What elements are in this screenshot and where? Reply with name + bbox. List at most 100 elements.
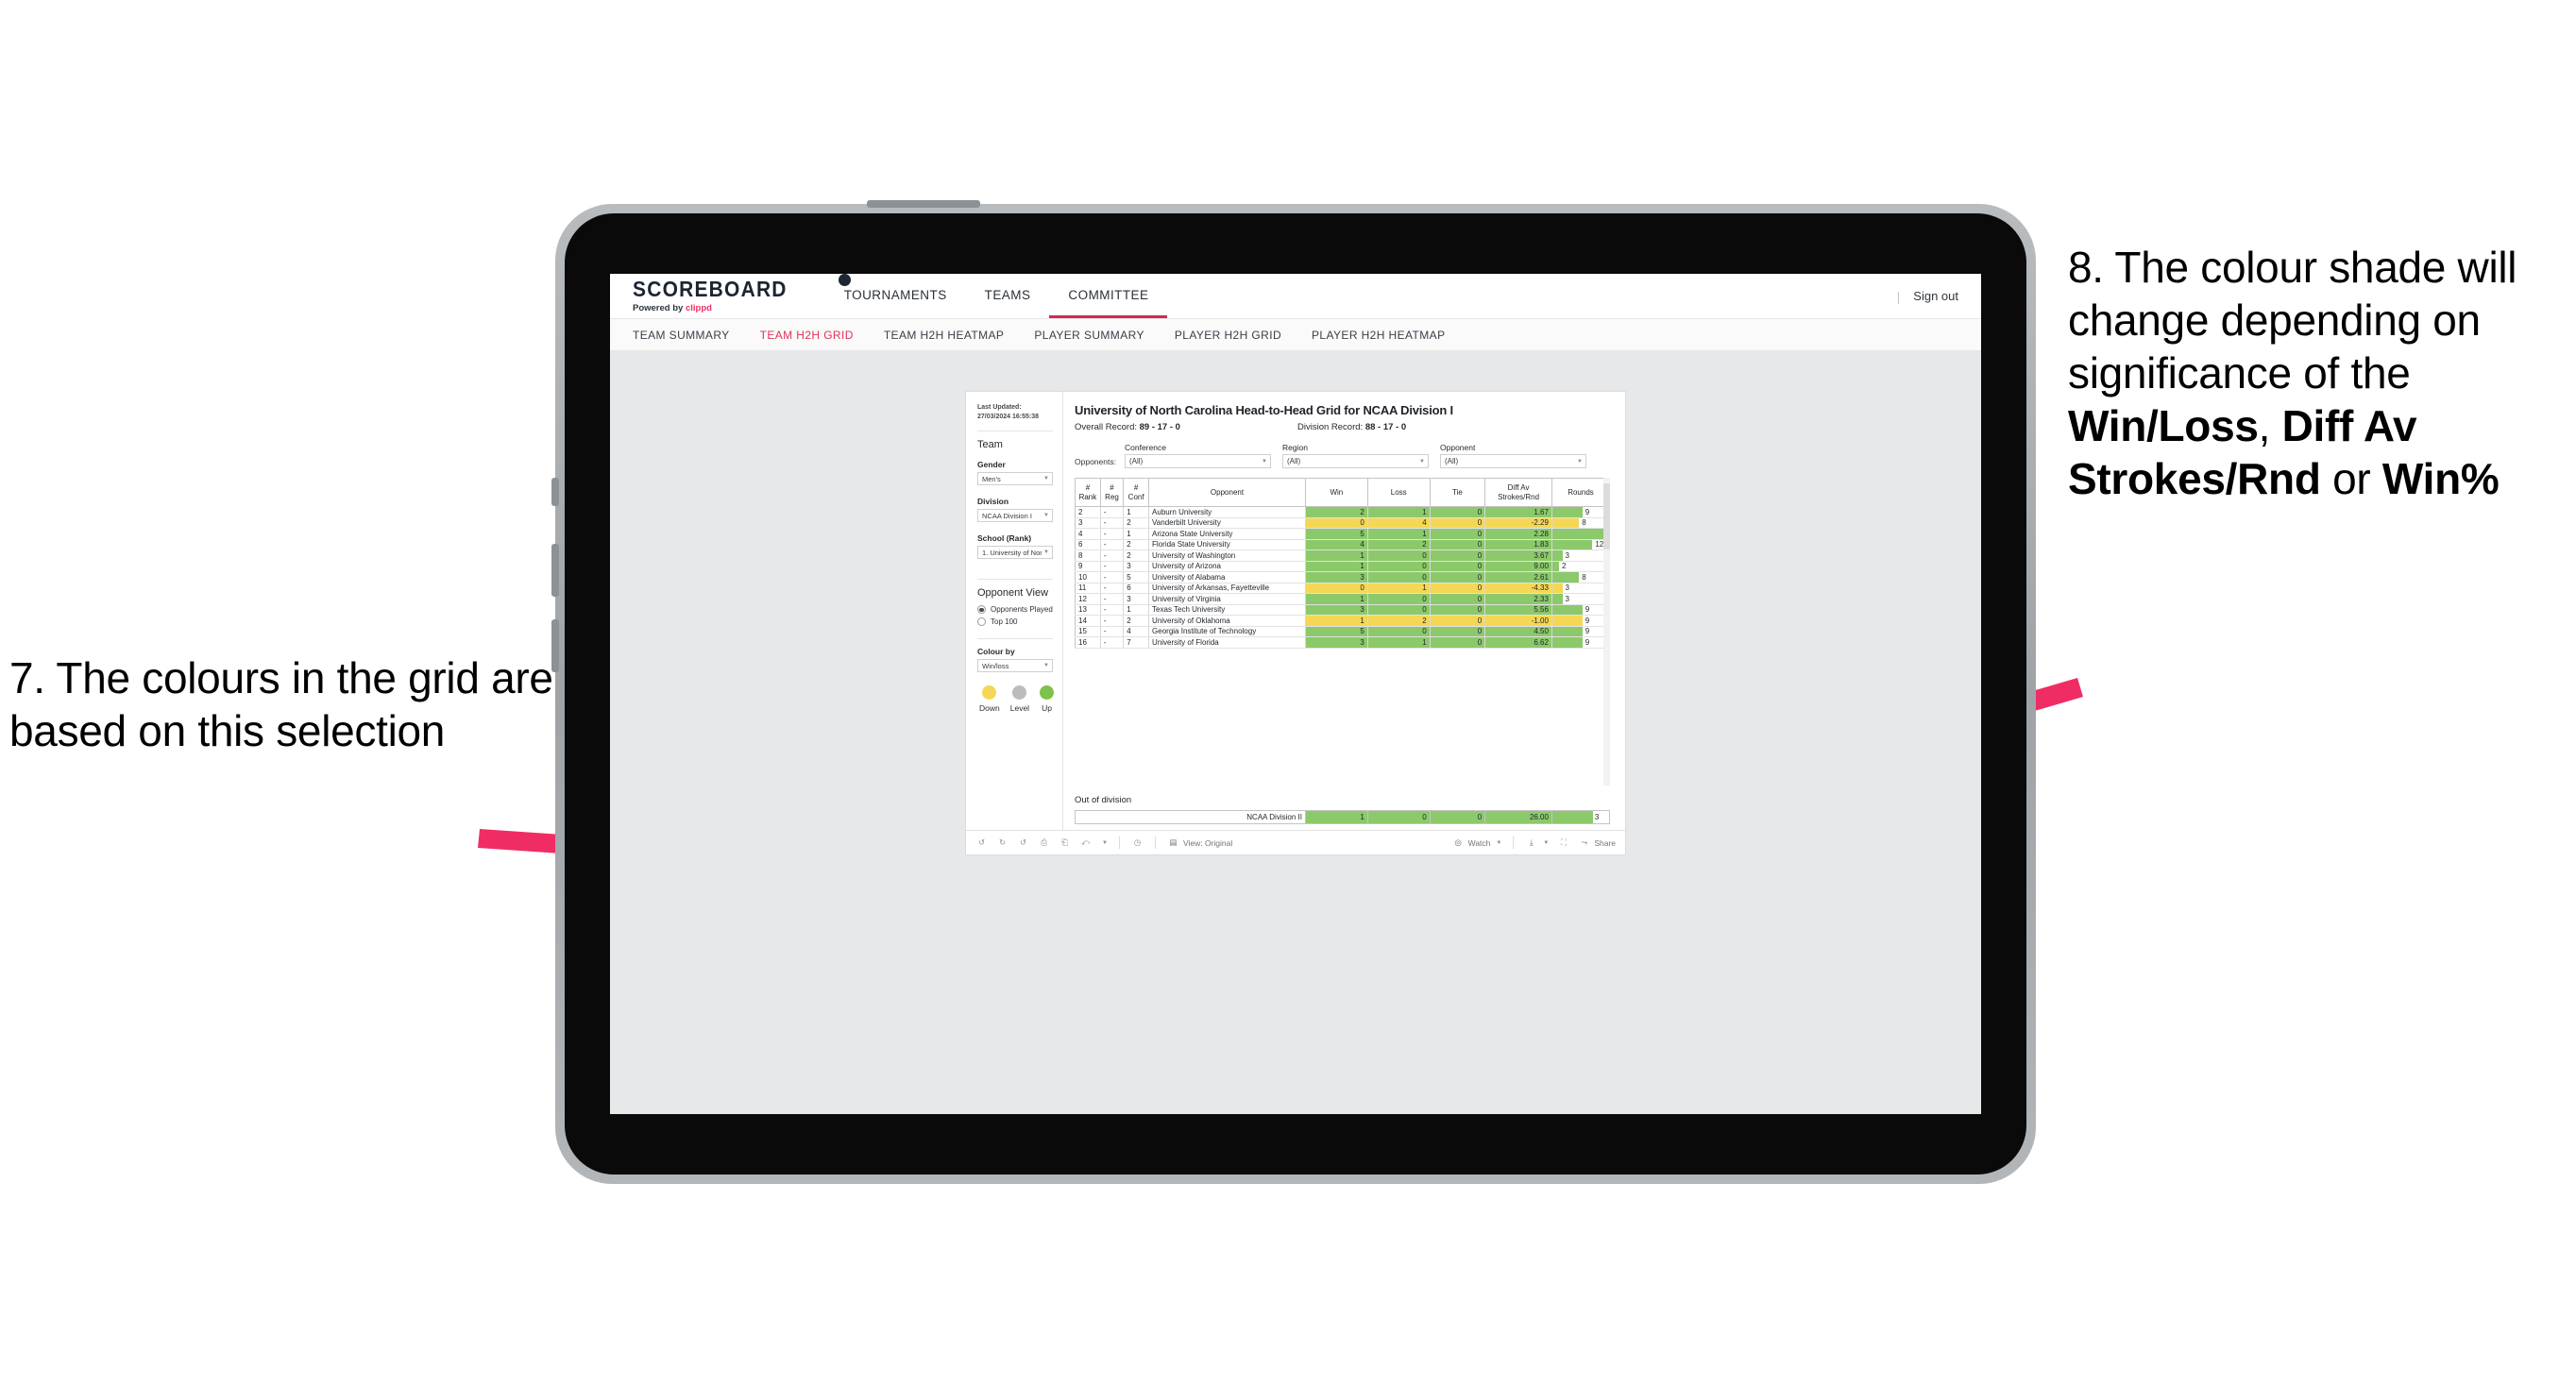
subnav-item-team-summary[interactable]: TEAM SUMMARY bbox=[633, 329, 730, 342]
table-row[interactable]: 2-1 Auburn University 2 1 0 1.67 9 bbox=[1075, 506, 1610, 518]
cell: - bbox=[1099, 517, 1125, 529]
cell: 15 bbox=[1075, 626, 1101, 637]
cell: University of Oklahoma bbox=[1148, 615, 1306, 627]
cell: Arizona State University bbox=[1148, 528, 1306, 540]
colour-by-select[interactable]: Win/loss ▼ bbox=[977, 659, 1053, 673]
legend-level: Level bbox=[1010, 685, 1029, 713]
download-button[interactable]: ⤓ ▼ bbox=[1525, 837, 1549, 849]
table-row[interactable]: 3-2 Vanderbilt University 0 4 0 -2.29 8 bbox=[1075, 517, 1610, 529]
table-row[interactable]: 13-1 Texas Tech University 3 0 0 5.56 9 bbox=[1075, 604, 1610, 616]
legend-label: Level bbox=[1009, 703, 1030, 714]
brand-logo: SCOREBOARD Powered by clippd bbox=[633, 277, 788, 313]
table-scrollbar[interactable] bbox=[1603, 478, 1610, 786]
refresh-data-icon[interactable]: ⎙ bbox=[1038, 837, 1050, 849]
cell: 3 bbox=[1123, 593, 1150, 605]
nav-item-teams[interactable]: TEAMS bbox=[966, 274, 1050, 318]
subnav-item-player-summary[interactable]: PLAYER SUMMARY bbox=[1034, 329, 1144, 342]
col-header-diff-av-strokes-rnd: Diff Av Strokes/Rnd bbox=[1484, 478, 1552, 507]
cell: 0 bbox=[1366, 571, 1431, 583]
subnav-item-team-h2h-grid[interactable]: TEAM H2H GRID bbox=[760, 329, 854, 342]
filter-label: Region bbox=[1282, 443, 1308, 452]
cell: - bbox=[1099, 528, 1125, 540]
page-title: University of North Carolina Head-to-Hea… bbox=[1075, 403, 1453, 417]
col-header-win: Win bbox=[1304, 478, 1368, 507]
head-to-head-table: # Rank # Reg # Conf Opponent Win Loss Tie Diff Av S… bbox=[1075, 478, 1610, 649]
rounds-bar bbox=[1552, 561, 1560, 571]
watch-button[interactable]: ◎ Watch ▼ bbox=[1452, 837, 1501, 849]
cell: 0 bbox=[1429, 636, 1486, 649]
filter-value: (All) bbox=[1445, 457, 1459, 465]
table-row[interactable]: 14-2 University of Oklahoma 1 2 0 -1.00 9 bbox=[1075, 615, 1610, 627]
cell: 6 bbox=[1075, 539, 1101, 550]
table-scrollbar-thumb[interactable] bbox=[1603, 483, 1610, 549]
division-select[interactable]: NCAA Division I ▼ bbox=[977, 509, 1053, 523]
filter-select[interactable]: (All) ▼ bbox=[1440, 454, 1586, 468]
cell: -2.29 bbox=[1484, 517, 1552, 529]
cell: - bbox=[1099, 593, 1125, 605]
table-row[interactable]: 9-3 University of Arizona 1 0 0 9.00 2 bbox=[1075, 561, 1610, 572]
cell-rounds: 9 bbox=[1551, 636, 1610, 649]
cell: 10 bbox=[1075, 571, 1101, 583]
col-header-rounds: Rounds bbox=[1551, 478, 1610, 507]
rounds-value: 2 bbox=[1562, 562, 1567, 571]
cell: - bbox=[1099, 571, 1125, 583]
brand-title: SCOREBOARD bbox=[633, 277, 788, 301]
chevron-down-icon: ▼ bbox=[1043, 549, 1049, 556]
history-icon[interactable]: ◷ bbox=[1131, 837, 1144, 849]
filter-conference: Conference (All) ▼ bbox=[1125, 443, 1271, 468]
cell: University of Washington bbox=[1148, 549, 1306, 562]
share-button[interactable]: ⤳ Share bbox=[1578, 837, 1616, 849]
table-row[interactable]: 12-3 University of Virginia 1 0 0 2.33 3 bbox=[1075, 593, 1610, 605]
cell: 1 bbox=[1123, 506, 1150, 518]
gender-select[interactable]: Men's ▼ bbox=[977, 472, 1053, 486]
cell: 1 bbox=[1123, 528, 1150, 540]
filter-select[interactable]: (All) ▼ bbox=[1282, 454, 1429, 468]
table-row[interactable]: 15-4 Georgia Institute of Technology 5 0 0 4.… bbox=[1075, 626, 1610, 637]
radio-opponents-played[interactable]: Opponents Played bbox=[977, 605, 1053, 615]
col-header-loss: Loss bbox=[1366, 478, 1431, 507]
chevron-down-icon[interactable]: ▼ bbox=[1102, 840, 1108, 846]
cell: 2 bbox=[1123, 549, 1150, 562]
filter-list: Conference (All) ▼ Region (All) ▼ Opponent (All… bbox=[1125, 443, 1598, 468]
col-header-conf: # Conf bbox=[1123, 478, 1150, 507]
annotation-8-part-4: or bbox=[2320, 454, 2382, 504]
redo-arrow-icon[interactable]: ⤺ bbox=[1079, 837, 1092, 849]
ood-cell-win: 1 bbox=[1304, 810, 1368, 824]
redo-icon[interactable]: ↻ bbox=[996, 837, 1008, 849]
pause-updates-icon[interactable]: ⎗ bbox=[1059, 837, 1071, 849]
table-row[interactable]: 10-5 University of Alabama 3 0 0 2.61 8 bbox=[1075, 571, 1610, 583]
table-row[interactable]: 11-6 University of Arkansas, Fayetteville… bbox=[1075, 583, 1610, 594]
revert-icon[interactable]: ↺ bbox=[1017, 837, 1029, 849]
undo-icon[interactable]: ↺ bbox=[975, 837, 988, 849]
chevron-down-icon: ▼ bbox=[1577, 458, 1583, 465]
subnav-item-team-h2h-heatmap[interactable]: TEAM H2H HEATMAP bbox=[884, 329, 1005, 342]
table-row[interactable]: 16-7 University of Florida 3 1 0 6.62 9 bbox=[1075, 636, 1610, 649]
division-field: Division NCAA Division I ▼ bbox=[977, 497, 1053, 523]
table-row[interactable]: 8-2 University of Washington 1 0 0 3.67 3 bbox=[1075, 549, 1610, 562]
toolbar-divider-2 bbox=[1154, 837, 1156, 849]
watch-label: Watch bbox=[1467, 837, 1491, 848]
chevron-down-icon: ▼ bbox=[1043, 663, 1049, 669]
cell: Texas Tech University bbox=[1148, 604, 1306, 616]
subnav-item-player-h2h-grid[interactable]: PLAYER H2H GRID bbox=[1175, 329, 1281, 342]
sign-out-link[interactable]: Sign out bbox=[1913, 289, 1958, 303]
filter-select[interactable]: (All) ▼ bbox=[1125, 454, 1271, 468]
annotation-8-part-5: Win% bbox=[2381, 454, 2500, 504]
school-select[interactable]: 1. University of Nort... ▼ bbox=[977, 546, 1053, 560]
cell: 1.67 bbox=[1484, 506, 1552, 518]
fullscreen-icon[interactable]: ⛶ bbox=[1557, 837, 1569, 849]
cell: 3.67 bbox=[1484, 549, 1552, 562]
table-row[interactable]: 6-2 Florida State University 4 2 0 1.83 12 bbox=[1075, 539, 1610, 550]
cell: 0 bbox=[1429, 604, 1486, 616]
view-original-button[interactable]: ▤ View: Original bbox=[1167, 837, 1232, 849]
subnav-item-player-h2h-heatmap[interactable]: PLAYER H2H HEATMAP bbox=[1312, 329, 1445, 342]
toolbar-right-group: ◎ Watch ▼ ⤓ ▼ ⛶ ⤳ Share bbox=[1452, 837, 1616, 849]
view-label: View: Original bbox=[1182, 837, 1233, 848]
rounds-bar bbox=[1552, 529, 1609, 539]
table-row[interactable]: 4-1Arizona State University5102.2817 bbox=[1075, 528, 1610, 540]
opponents-label: Opponents: bbox=[1075, 457, 1116, 466]
radio-top-100[interactable]: Top 100 bbox=[977, 617, 1053, 627]
cell-rounds: 3 bbox=[1551, 549, 1610, 562]
nav-item-committee[interactable]: COMMITTEE bbox=[1049, 274, 1168, 318]
ood-cell-loss: 0 bbox=[1366, 810, 1431, 824]
